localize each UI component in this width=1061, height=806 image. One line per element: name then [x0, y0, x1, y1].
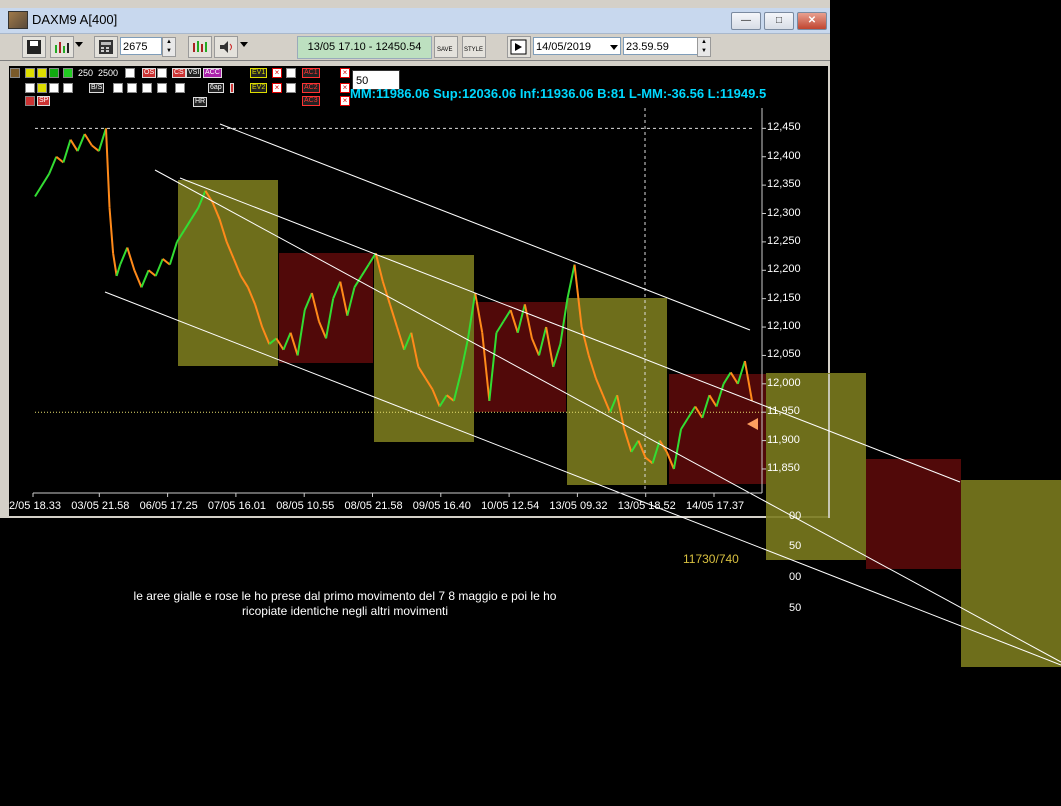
price-segment [112, 253, 118, 277]
price-segment [147, 269, 157, 277]
extra-axis-label: 50 [789, 540, 802, 552]
y-tick-label: 12,000 [767, 376, 801, 389]
x-tick-label: 09/05 16.40 [412, 500, 471, 512]
price-segment [566, 264, 576, 299]
x-tick-label: 10/05 12.54 [481, 500, 540, 512]
price-segment [62, 139, 72, 163]
y-tick-label: 12,150 [767, 291, 801, 304]
red-zone [279, 253, 373, 363]
price-segment [83, 133, 93, 146]
price-segment [69, 139, 79, 152]
price-segment [97, 128, 107, 152]
price-segment [104, 128, 111, 208]
x-tick-label: 08/05 21.58 [344, 500, 403, 512]
yellow-zone [374, 255, 474, 442]
x-tick-label: 13/05 09.32 [549, 500, 608, 512]
extra-axis-label: 00 [789, 510, 802, 522]
x-tick-label: 14/05 17.37 [686, 500, 745, 512]
y-tick-label: 12,250 [767, 234, 801, 247]
y-tick-label: 12,100 [767, 320, 801, 333]
annotation-line-1: le aree gialle e rose le ho prese dal pr… [133, 589, 557, 603]
y-tick-label: 12,450 [767, 121, 801, 134]
ratio-label: 11730/740 [683, 552, 739, 566]
price-segment [115, 264, 122, 277]
red-zone [669, 374, 766, 484]
price-segment [162, 258, 171, 266]
yellow-zone [961, 480, 1061, 667]
y-tick-label: 11,950 [767, 405, 800, 418]
price-segment [133, 269, 143, 288]
x-tick-label: 2/05 18.33 [9, 500, 61, 512]
price-segment [55, 155, 65, 164]
price-segment [154, 258, 164, 277]
price-segment [76, 133, 86, 152]
price-segment [119, 247, 129, 265]
x-tick-label: 13/05 18.52 [617, 500, 676, 512]
annotation-line-2: ricopiate identiche negli altri moviment… [241, 604, 449, 618]
price-segment [108, 207, 115, 254]
y-tick-label: 11,900 [767, 433, 800, 446]
x-tick-label: 07/05 16.01 [207, 500, 267, 512]
price-segment [34, 173, 51, 198]
x-tick-label: 08/05 10.55 [276, 500, 335, 512]
price-segment [91, 144, 100, 152]
y-tick-label: 11,850 [767, 461, 800, 474]
price-segment [48, 156, 58, 175]
y-tick-label: 12,300 [767, 206, 801, 219]
price-chart [32, 108, 1061, 667]
y-tick-label: 12,350 [767, 178, 801, 191]
y-tick-label: 12,200 [767, 263, 801, 276]
price-segment [126, 247, 136, 271]
x-tick-label: 03/05 21.58 [71, 500, 130, 512]
yellow-zone [178, 180, 278, 366]
y-tick-label: 12,050 [767, 348, 801, 361]
y-tick-label: 12,400 [767, 149, 801, 162]
extra-axis-label: 50 [789, 602, 802, 614]
price-segment [140, 269, 150, 288]
x-tick-label: 06/05 17.25 [139, 500, 198, 512]
extra-axis-label: 00 [789, 571, 802, 583]
annotation-note: le aree gialle e rose le ho prese dal pr… [95, 589, 595, 619]
price-segment [168, 241, 178, 265]
red-zone [866, 459, 961, 569]
